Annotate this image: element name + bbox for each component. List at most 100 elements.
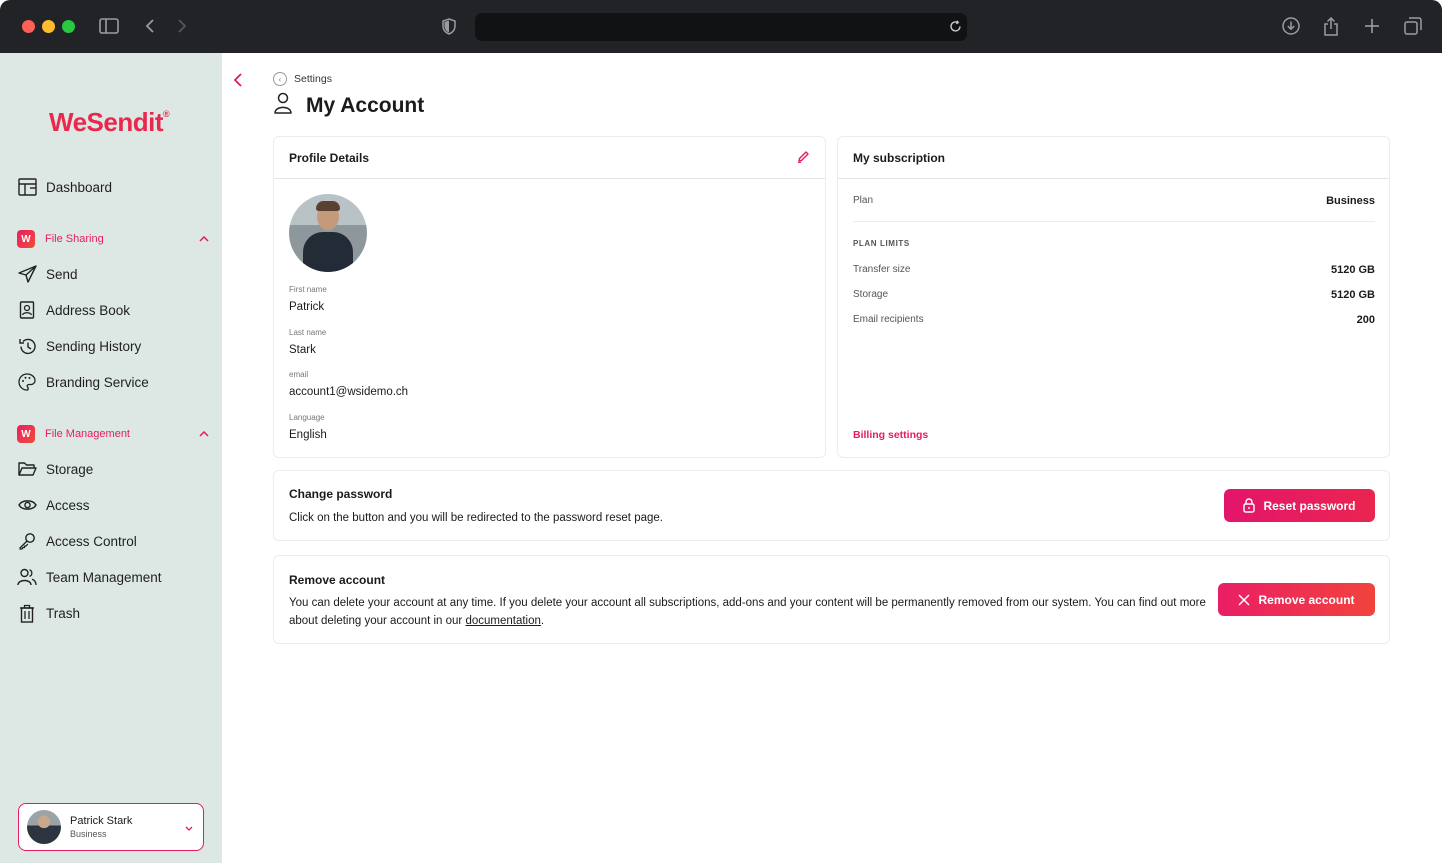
remove-account-card: Remove account You can delete your accou… bbox=[273, 555, 1390, 644]
sidebar-item-label: Access bbox=[46, 497, 90, 513]
sidebar-item-sending-history[interactable]: Sending History bbox=[17, 334, 141, 358]
billing-settings-link[interactable]: Billing settings bbox=[853, 429, 928, 441]
change-password-text: Click on the button and you will be redi… bbox=[289, 512, 663, 524]
edit-pencil-icon[interactable] bbox=[797, 150, 810, 166]
sidebar-item-label: Trash bbox=[46, 605, 81, 621]
limit-value: 200 bbox=[1356, 314, 1375, 326]
address-book-icon bbox=[17, 300, 37, 320]
last-name-value: Stark bbox=[289, 344, 316, 356]
sidebar-item-label: Sending History bbox=[46, 338, 142, 354]
chevron-up-icon[interactable] bbox=[199, 428, 209, 440]
palette-icon bbox=[17, 372, 37, 392]
reload-icon[interactable] bbox=[947, 14, 963, 38]
limit-row-transfer-size: Transfer size 5120 GB bbox=[853, 264, 1375, 276]
first-name-value: Patrick bbox=[289, 301, 325, 313]
close-window-button[interactable] bbox=[22, 20, 35, 33]
sidebar-item-label: Dashboard bbox=[46, 179, 113, 195]
first-name-label: First name bbox=[289, 285, 327, 294]
limit-row-storage: Storage 5120 GB bbox=[853, 289, 1375, 301]
shield-icon[interactable] bbox=[441, 14, 457, 38]
plan-row: Plan Business bbox=[853, 195, 1375, 207]
limit-value: 5120 GB bbox=[1330, 289, 1375, 301]
browser-back-icon[interactable] bbox=[143, 14, 157, 38]
limit-value: 5120 GB bbox=[1330, 264, 1375, 276]
back-circle-icon[interactable]: ‹ bbox=[273, 72, 287, 86]
sidebar-item-trash[interactable]: Trash bbox=[17, 601, 80, 625]
avatar bbox=[27, 810, 61, 844]
user-name: Patrick Stark bbox=[70, 815, 133, 827]
limit-label: Storage bbox=[853, 289, 889, 300]
share-icon[interactable] bbox=[1322, 14, 1340, 38]
email-value: account1@wsidemo.ch bbox=[289, 386, 409, 398]
sidebar-item-send[interactable]: Send bbox=[17, 262, 78, 286]
plan-label: Plan bbox=[853, 195, 874, 206]
chevron-up-icon[interactable] bbox=[199, 233, 209, 245]
dashboard-icon bbox=[17, 177, 37, 197]
email-label: email bbox=[289, 370, 309, 379]
wesendit-logo[interactable]: WeSendit® bbox=[49, 107, 170, 138]
remove-account-button[interactable]: Remove account bbox=[1218, 583, 1375, 616]
new-tab-icon[interactable] bbox=[1363, 14, 1381, 38]
sidebar-item-access-control[interactable]: Access Control bbox=[17, 529, 137, 553]
minimize-window-button[interactable] bbox=[42, 20, 55, 33]
wesendit-badge-icon: W bbox=[17, 230, 35, 248]
user-plan: Business bbox=[70, 829, 107, 839]
divider bbox=[853, 221, 1375, 222]
collapse-sidebar-button[interactable] bbox=[232, 72, 248, 90]
section-label: File Management bbox=[45, 428, 130, 440]
sidebar-item-label: Send bbox=[46, 266, 78, 282]
team-icon bbox=[17, 567, 37, 587]
sidebar: WeSendit® Dashboard W File Sharing Send … bbox=[0, 53, 222, 863]
limit-label: Email recipients bbox=[853, 314, 924, 325]
key-icon bbox=[17, 531, 37, 551]
sidebar-item-label: Storage bbox=[46, 461, 94, 477]
last-name-label: Last name bbox=[289, 328, 327, 337]
chevron-down-icon[interactable] bbox=[185, 818, 193, 836]
user-menu[interactable]: Patrick Stark Business bbox=[18, 803, 204, 851]
sidebar-item-label: Branding Service bbox=[46, 374, 149, 390]
remove-account-title: Remove account bbox=[289, 573, 386, 587]
sidebar-item-address-book[interactable]: Address Book bbox=[17, 298, 130, 322]
profile-details-card: Profile Details First name Patrick Last … bbox=[273, 136, 826, 458]
sidebar-item-team-management[interactable]: Team Management bbox=[17, 565, 162, 589]
sidebar-item-branding-service[interactable]: Branding Service bbox=[17, 370, 149, 394]
wesendit-badge-icon: W bbox=[17, 425, 35, 443]
trash-icon bbox=[17, 603, 37, 623]
send-icon bbox=[17, 264, 37, 284]
sidebar-item-label: Address Book bbox=[46, 302, 131, 318]
close-icon bbox=[1238, 593, 1251, 606]
plan-limits-title: PLAN LIMITS bbox=[853, 239, 910, 248]
downloads-icon[interactable] bbox=[1281, 14, 1301, 38]
language-label: Language bbox=[289, 413, 325, 422]
reset-password-button[interactable]: Reset password bbox=[1224, 489, 1375, 522]
change-password-title: Change password bbox=[289, 487, 393, 501]
sidebar-item-storage[interactable]: Storage bbox=[17, 457, 93, 481]
address-bar[interactable] bbox=[475, 13, 967, 41]
sidebar-item-label: Team Management bbox=[46, 569, 162, 585]
lock-icon bbox=[1243, 498, 1256, 513]
browser-toolbar bbox=[0, 0, 1442, 53]
profile-avatar[interactable] bbox=[289, 194, 367, 272]
tab-overview-icon[interactable] bbox=[1403, 14, 1423, 38]
breadcrumb-settings[interactable]: Settings bbox=[294, 73, 332, 85]
breadcrumb[interactable]: ‹ Settings bbox=[273, 72, 332, 86]
remove-account-text: You can delete your account at any time.… bbox=[289, 597, 1206, 627]
card-title: Profile Details bbox=[289, 150, 370, 165]
limit-row-email-recipients: Email recipients 200 bbox=[853, 314, 1375, 326]
section-file-management[interactable]: W File Management bbox=[17, 422, 209, 446]
sidebar-item-dashboard[interactable]: Dashboard bbox=[17, 175, 112, 199]
user-icon bbox=[273, 92, 293, 120]
sidebar-toggle-icon[interactable] bbox=[98, 14, 120, 38]
sidebar-item-access[interactable]: Access bbox=[17, 493, 90, 517]
change-password-card: Change password Click on the button and … bbox=[273, 470, 1390, 541]
eye-icon bbox=[17, 495, 37, 515]
section-file-sharing[interactable]: W File Sharing bbox=[17, 227, 209, 251]
page-title: My Account bbox=[273, 92, 424, 120]
language-value: English bbox=[289, 429, 327, 441]
plan-value: Business bbox=[1326, 195, 1375, 207]
folder-icon bbox=[17, 459, 37, 479]
limit-label: Transfer size bbox=[853, 264, 911, 275]
browser-forward-icon[interactable] bbox=[175, 14, 189, 38]
documentation-link[interactable]: documentation bbox=[465, 615, 540, 627]
maximize-window-button[interactable] bbox=[62, 20, 75, 33]
